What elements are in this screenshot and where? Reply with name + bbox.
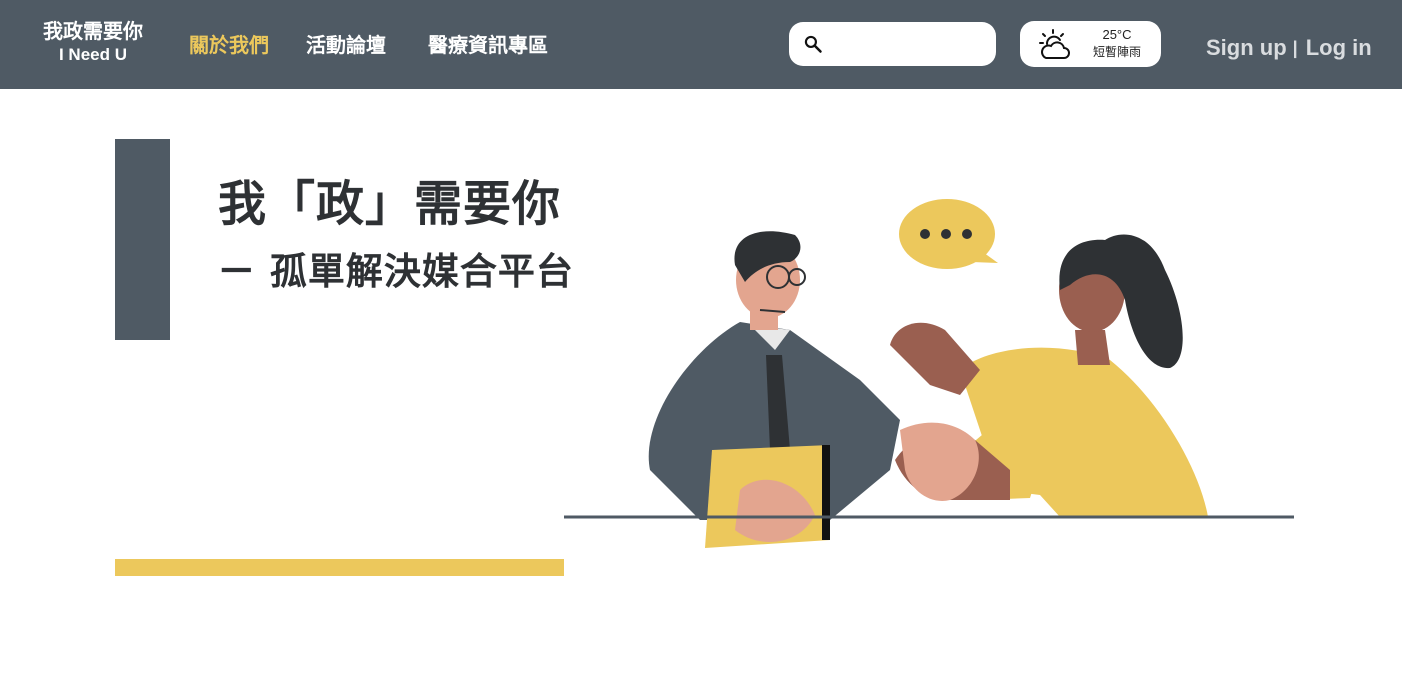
top-navbar: 我政需要你 I Need U 關於我們 活動論壇 醫療資訊專區 25°C 短暫陣…: [0, 0, 1402, 89]
auth-links: Sign up | Log in: [1206, 33, 1372, 63]
signup-link[interactable]: Sign up: [1206, 35, 1287, 61]
weather-description: 短暫陣雨: [1092, 45, 1141, 59]
logo-title-zh: 我政需要你: [43, 19, 143, 43]
sun-cloud-icon: [1039, 29, 1070, 59]
weather-widget: 25°C 短暫陣雨: [1020, 21, 1161, 67]
decorative-side-bar: [115, 139, 170, 340]
search-icon[interactable]: [803, 34, 823, 54]
decorative-accent-bar: [115, 559, 564, 576]
handshake-illustration: [564, 199, 1294, 548]
weather-temperature: 25°C: [1102, 27, 1132, 42]
nav-link-about[interactable]: 關於我們: [189, 31, 269, 59]
nav-link-medical-info[interactable]: 醫療資訊專區: [428, 31, 548, 59]
man-figure: [648, 231, 900, 548]
search-input[interactable]: [833, 30, 987, 60]
search-box[interactable]: [789, 22, 996, 66]
nav-link-forum[interactable]: 活動論壇: [306, 31, 386, 59]
auth-separator: |: [1292, 37, 1298, 58]
speech-bubble-icon: [899, 199, 998, 269]
site-logo[interactable]: 我政需要你 I Need U: [36, 18, 150, 66]
logo-title-en: I Need U: [58, 45, 128, 64]
login-link[interactable]: Log in: [1306, 35, 1372, 61]
hero-subtitle: ㄧ 孤單解決媒合平台: [218, 250, 574, 293]
hero-title: 我「政」需要你: [218, 176, 562, 232]
